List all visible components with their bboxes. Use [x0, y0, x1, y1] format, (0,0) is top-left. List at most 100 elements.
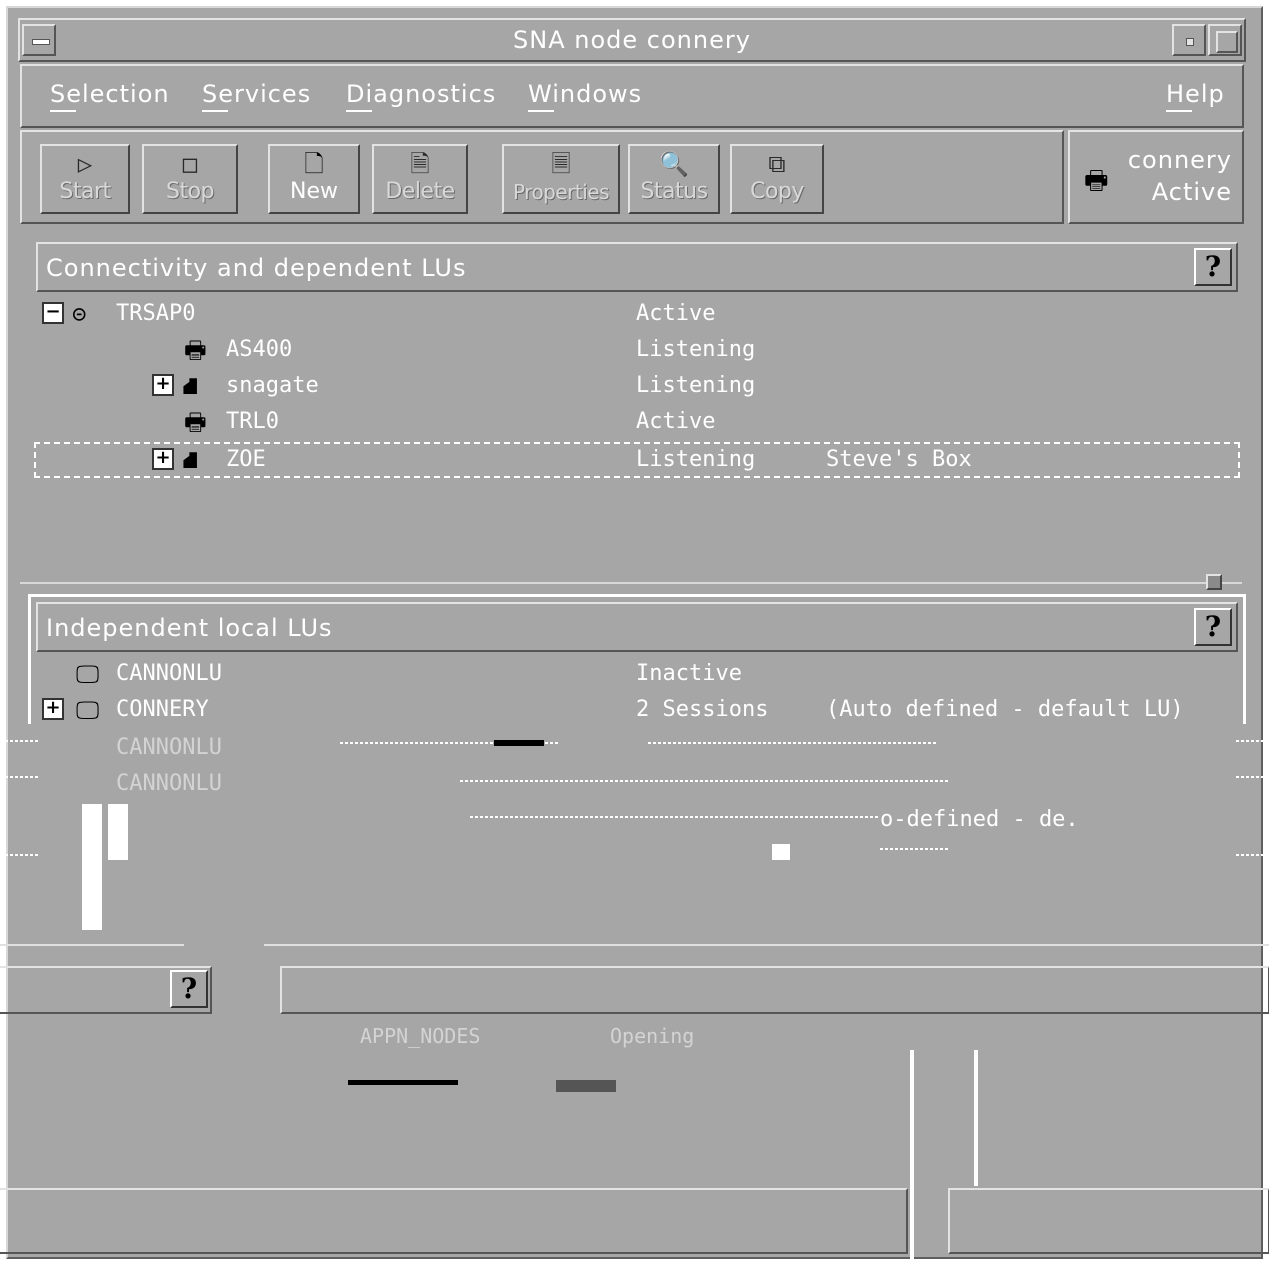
pane-splitter[interactable]	[20, 582, 1242, 584]
lower-left-status-panel	[0, 1188, 908, 1254]
stop-icon: □	[182, 150, 198, 178]
maximize-icon	[1216, 31, 1238, 53]
title-bar[interactable]: SNA node connery	[18, 18, 1246, 62]
tree-row-name: snagate	[226, 373, 319, 398]
menu-help[interactable]: Help	[1166, 80, 1225, 112]
properties-button-label: Properties	[512, 180, 610, 204]
tree-row-name: AS400	[226, 337, 293, 362]
properties-icon: 🗏	[551, 150, 571, 178]
gateway-icon: ⛘	[182, 446, 199, 474]
tree-row-trsap0[interactable]: − ⊝ TRSAP0 Active	[40, 298, 1240, 330]
independent-panel-title: Independent local LUs	[46, 614, 333, 642]
menu-bar: Selection Services Diagnostics Windows H…	[20, 64, 1244, 128]
minimize-icon	[1186, 38, 1194, 46]
artifact-bar	[910, 1050, 914, 1264]
tree-row-trl0[interactable]: 🖶 TRL0 Active	[40, 406, 1240, 438]
tree-row-status: Listening	[636, 337, 756, 362]
toolbar: ▷ Start □ Stop 🗋 New 🗎 Delete 🗏 Properti…	[20, 130, 1064, 224]
delete-document-icon: 🗎	[410, 150, 430, 178]
node-status: Active	[1151, 178, 1232, 206]
lower-right-panel-header	[280, 966, 1269, 1014]
port-icon: ⊝	[72, 300, 87, 328]
properties-button[interactable]: 🗏 Properties	[502, 144, 620, 214]
menu-services[interactable]: Services	[202, 80, 311, 112]
stop-button[interactable]: □ Stop	[142, 144, 238, 214]
maximize-button[interactable]	[1208, 24, 1242, 56]
tree-row-name: TRL0	[226, 409, 279, 434]
artifact-line	[264, 944, 1269, 946]
menu-selection[interactable]: Selection	[50, 80, 170, 112]
artifact-scanline	[460, 780, 950, 782]
status-button-label: Status	[640, 179, 708, 204]
tree-row-description: Steve's Box	[826, 447, 972, 472]
tree-row-status: Active	[636, 301, 716, 326]
artifact-bar	[772, 844, 790, 860]
window-title: SNA node connery	[513, 26, 751, 54]
host-link-icon: 🖶	[184, 408, 207, 436]
terminal-icon: 🖵	[76, 660, 100, 688]
collapse-icon[interactable]: −	[42, 302, 64, 324]
copy-icon: ⧉	[768, 150, 786, 178]
lu-row-cannonlu[interactable]: 🖵 CANNONLU Inactive	[40, 658, 1240, 690]
gateway-icon: ⛘	[182, 372, 199, 400]
artifact-block	[494, 740, 544, 746]
menu-windows[interactable]: Windows	[528, 80, 642, 112]
start-button-label: Start	[59, 179, 111, 204]
artifact-scanline	[0, 740, 40, 742]
new-document-icon: 🗋	[304, 150, 324, 178]
artifact-line	[0, 944, 184, 946]
artifact-text-fragment: APPN_NODES	[360, 1024, 481, 1048]
independent-panel-header: Independent local LUs ?	[36, 602, 1238, 652]
artifact-row-name: CANNONLU	[116, 771, 222, 796]
computer-node-icon: 🖶	[1084, 166, 1109, 196]
lu-row-name: CANNONLU	[116, 661, 222, 686]
connectivity-panel-title: Connectivity and dependent LUs	[46, 254, 467, 282]
lu-row-status: Inactive	[636, 661, 742, 686]
copy-button-label: Copy	[750, 179, 804, 204]
play-icon: ▷	[77, 150, 93, 178]
expand-icon[interactable]: +	[152, 448, 174, 470]
artifact-block	[556, 1080, 616, 1092]
host-link-icon: 🖶	[184, 336, 207, 364]
lower-left-panel-header: ?	[0, 966, 212, 1014]
expand-icon[interactable]: +	[42, 698, 64, 720]
artifact-text-fragment: o-defined - de.	[880, 807, 1079, 832]
help-question-icon[interactable]: ?	[170, 970, 208, 1008]
status-button[interactable]: 🔍 Status	[628, 144, 720, 214]
tree-row-snagate[interactable]: + ⛘ snagate Listening	[40, 370, 1240, 402]
new-button-label: New	[290, 179, 338, 204]
delete-button-label: Delete	[385, 179, 455, 204]
delete-button[interactable]: 🗎 Delete	[372, 144, 468, 214]
node-status-box: 🖶 connery Active	[1068, 130, 1244, 224]
expand-icon[interactable]: +	[152, 374, 174, 396]
splitter-sash[interactable]	[1206, 574, 1222, 590]
artifact-scanline	[1236, 740, 1269, 742]
tree-row-status: Listening	[636, 447, 756, 472]
menu-diagnostics[interactable]: Diagnostics	[346, 80, 496, 112]
help-question-icon[interactable]: ?	[1194, 248, 1232, 286]
connectivity-panel-header: Connectivity and dependent LUs ?	[36, 242, 1238, 292]
artifact-scanline	[0, 776, 40, 778]
artifact-scanline	[470, 816, 880, 818]
new-button[interactable]: 🗋 New	[268, 144, 360, 214]
tree-row-as400[interactable]: 🖶 AS400 Listening	[40, 334, 1240, 366]
artifact-scanline	[1236, 854, 1269, 856]
artifact-scanline	[0, 854, 40, 856]
redraw-artifact-region: CANNONLU CANNONLU o-defined - de. ? APPN…	[0, 720, 1269, 1265]
lower-right-status-panel	[948, 1188, 1269, 1254]
tree-row-name: TRSAP0	[116, 301, 196, 326]
help-question-icon[interactable]: ?	[1194, 608, 1232, 646]
tree-row-zoe[interactable]: + ⛘ ZOE Listening Steve's Box	[40, 444, 1240, 476]
artifact-bar	[82, 804, 102, 930]
artifact-bar	[974, 1050, 978, 1186]
artifact-scanline	[880, 848, 950, 850]
artifact-bar	[108, 804, 128, 860]
copy-button[interactable]: ⧉ Copy	[730, 144, 824, 214]
tree-row-status: Listening	[636, 373, 756, 398]
artifact-row-name: CANNONLU	[116, 735, 222, 760]
tree-row-name: ZOE	[226, 447, 266, 472]
minimize-button[interactable]	[1172, 24, 1206, 56]
start-button[interactable]: ▷ Start	[40, 144, 130, 214]
status-icon: 🔍	[659, 150, 689, 178]
artifact-text-fragment: Opening	[610, 1024, 695, 1048]
